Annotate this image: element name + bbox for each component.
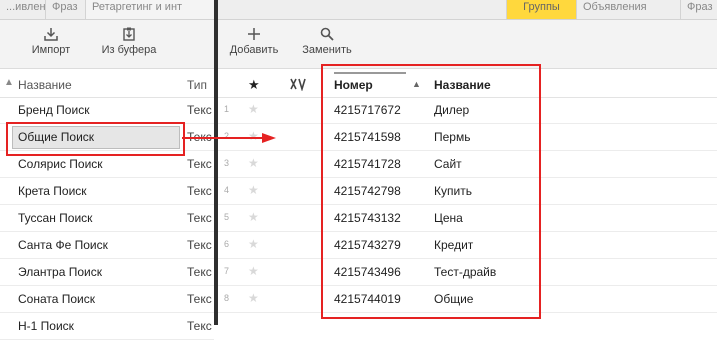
tab-phrases[interactable]: Фраз (45, 0, 85, 19)
list-item[interactable]: Туссан Поиск Текс (0, 205, 214, 232)
star-icon[interactable]: ★ (248, 156, 259, 170)
column-header-type[interactable]: Тип (187, 78, 207, 92)
column-header-name[interactable]: Название (18, 78, 72, 92)
list-item[interactable]: Санта Фе Поиск Текс (0, 232, 214, 259)
annotation-box-right (321, 64, 541, 319)
left-toolbar: Импорт Из буфера (0, 20, 214, 69)
left-tab-bar: ...ивлен Фраз Ретаргетинг и инт (0, 0, 214, 20)
paste-from-clipboard-button[interactable]: Из буфера (94, 20, 164, 68)
right-tab-bar: Группы Объявления Фраз (218, 0, 717, 20)
right-toolbar: Добавить Заменить (218, 20, 717, 69)
sort-up-icon: ▲ (4, 77, 14, 88)
import-button[interactable]: Импорт (26, 20, 76, 68)
download-icon (26, 20, 76, 44)
left-table-header: ▲ Название Тип (0, 73, 214, 98)
flag-column-icon[interactable] (290, 77, 306, 94)
star-column-header[interactable]: ★ (248, 77, 260, 93)
plus-icon (226, 20, 282, 44)
search-icon (296, 20, 358, 44)
star-icon[interactable]: ★ (248, 291, 259, 305)
star-icon[interactable]: ★ (248, 129, 259, 143)
list-item[interactable]: Элантра Поиск Текс (0, 259, 214, 286)
list-item[interactable]: Соната Поиск Текс (0, 286, 214, 313)
list-item[interactable]: Н-1 Поиск Текс (0, 313, 214, 340)
clipboard-icon (94, 20, 164, 44)
list-item[interactable]: Крета Поиск Текс (0, 178, 214, 205)
annotation-arrow-head (262, 133, 276, 143)
tab-phrases-right[interactable]: Фраз (680, 0, 717, 19)
list-item[interactable]: Бренд Поиск Текс (0, 97, 214, 124)
star-icon[interactable]: ★ (248, 264, 259, 278)
left-pane: ...ивлен Фраз Ретаргетинг и инт Импорт И… (0, 0, 214, 340)
star-icon[interactable]: ★ (248, 102, 259, 116)
star-icon[interactable]: ★ (248, 210, 259, 224)
tab-ads[interactable]: Объявления (576, 0, 680, 19)
annotation-arrow (182, 137, 264, 139)
replace-button[interactable]: Заменить (296, 20, 358, 68)
tab-groups[interactable]: Группы (506, 0, 576, 19)
star-icon[interactable]: ★ (248, 237, 259, 251)
star-icon[interactable]: ★ (248, 183, 259, 197)
tab-retargeting[interactable]: Ретаргетинг и инт (85, 0, 214, 19)
add-button[interactable]: Добавить (226, 20, 282, 68)
tab-0[interactable]: ...ивлен (0, 0, 45, 19)
tab-empty[interactable] (218, 0, 230, 19)
